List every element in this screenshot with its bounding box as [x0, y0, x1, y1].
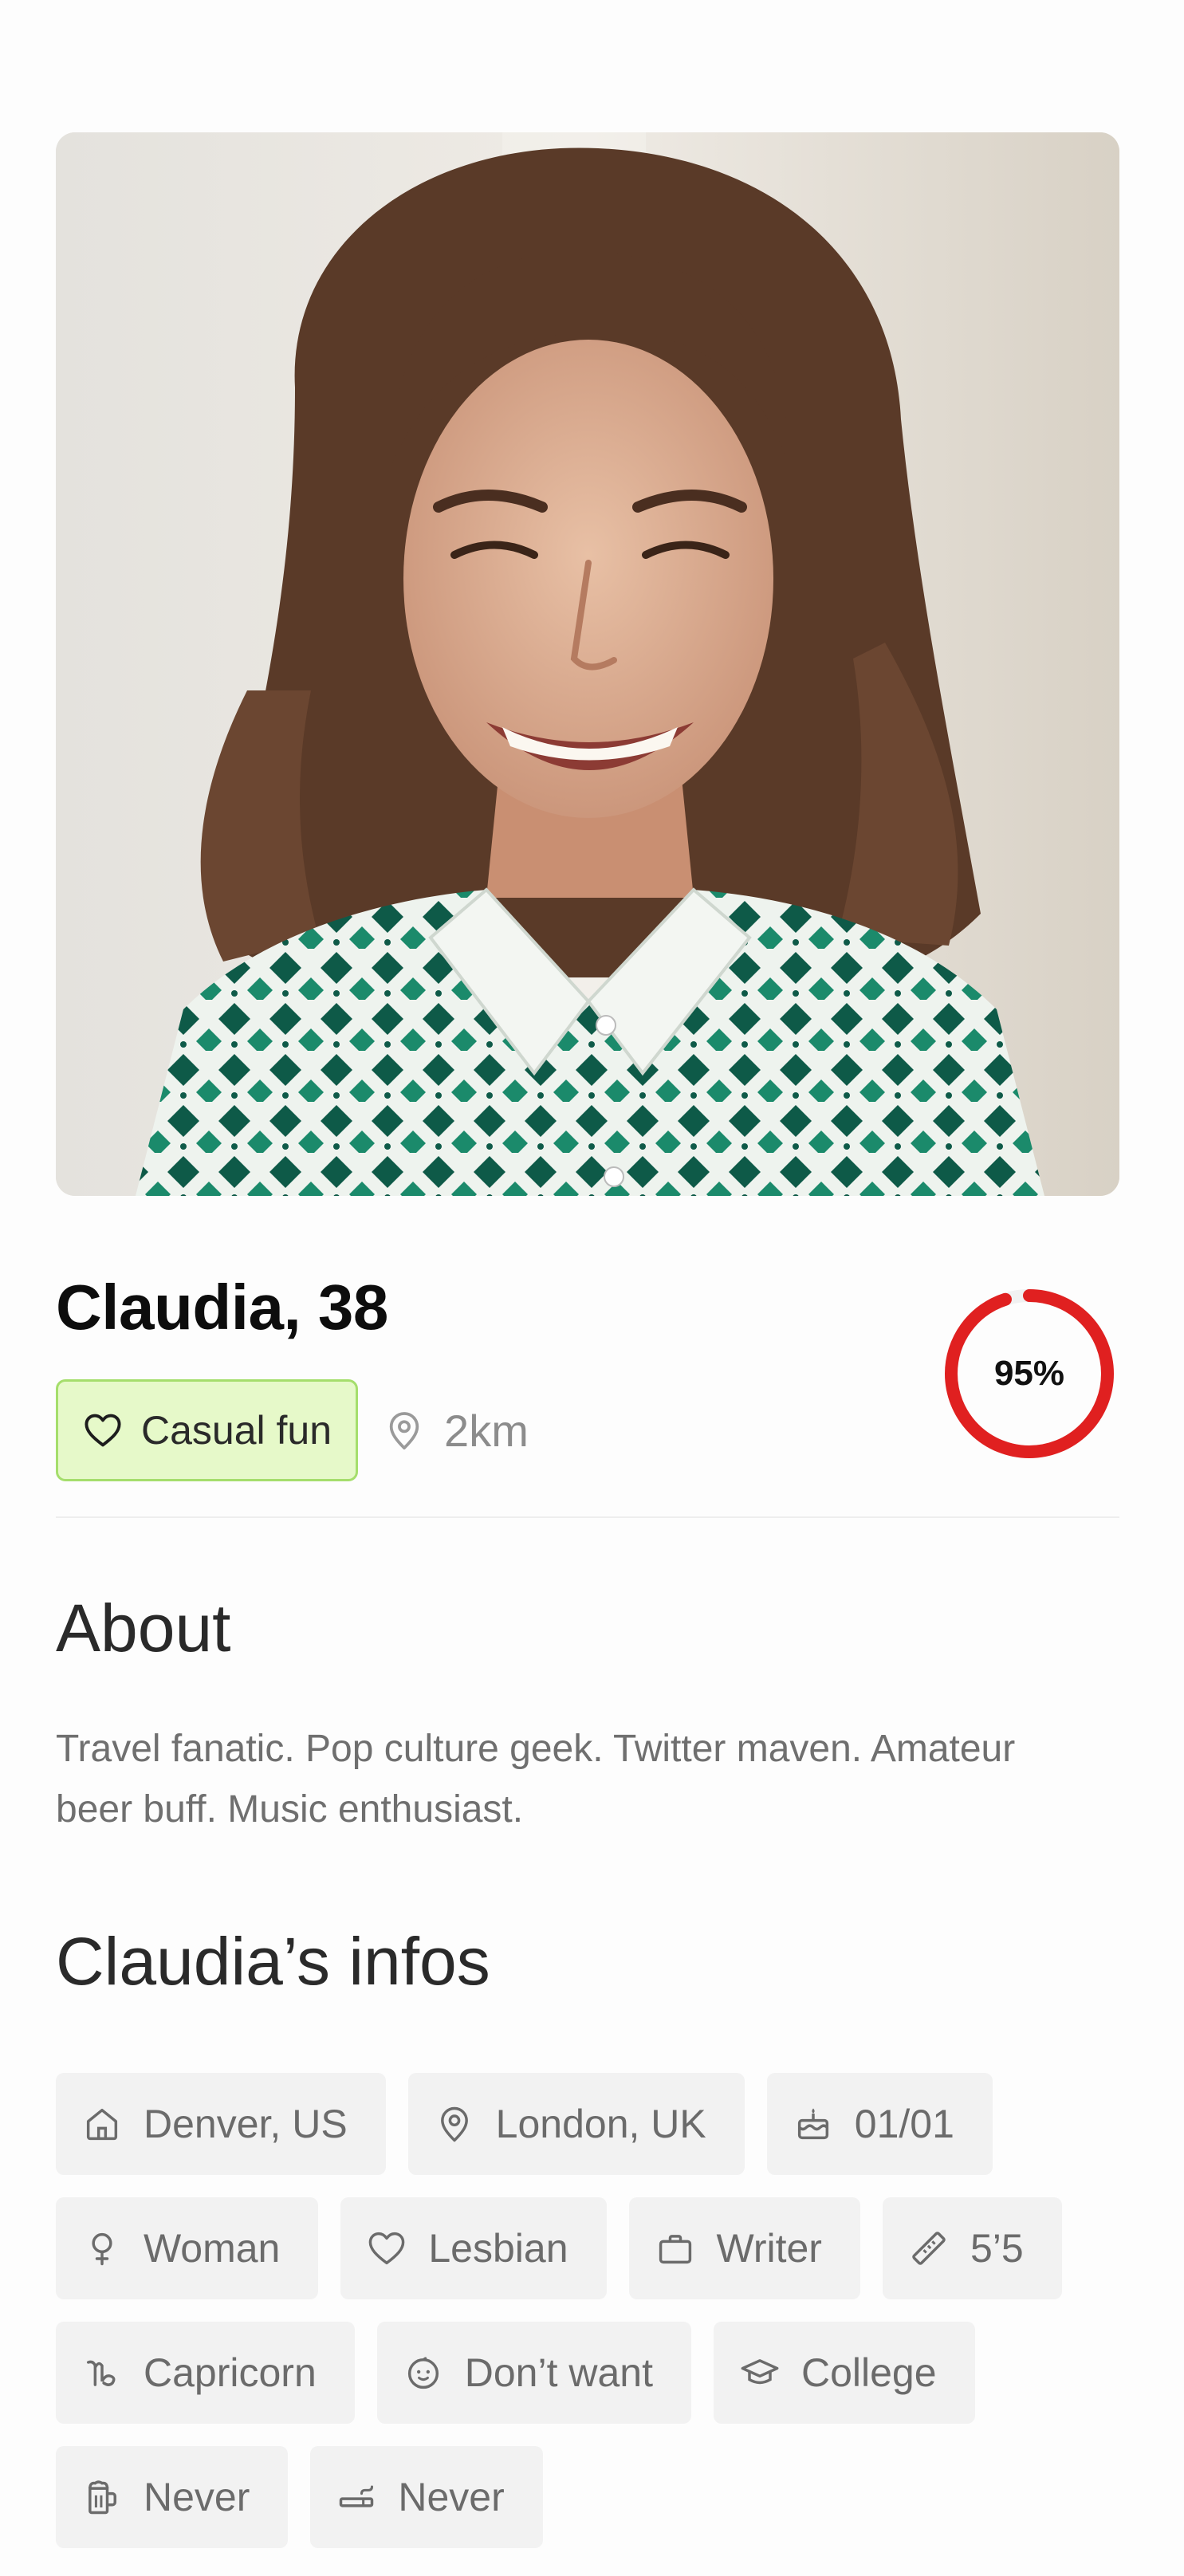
match-percent-label: 95%: [993, 1354, 1065, 1393]
info-chip-label: 5’5: [970, 2226, 1024, 2271]
info-chip-label: Never: [144, 2475, 250, 2519]
beer-mug-icon: [89, 2480, 116, 2515]
profile-header: Claudia, 38 Casual fun 2km 95%: [56, 1276, 1119, 1483]
info-chip-birthday: 01/01: [766, 2073, 993, 2175]
info-chips: Denver, US London, UK 01/01 Woman Lesbia…: [56, 2073, 1119, 2548]
info-chip-label: Woman: [144, 2226, 281, 2271]
info-chip-label: Lesbian: [428, 2226, 568, 2271]
profile-photo-illustration: [56, 132, 1119, 1196]
info-chip-label: Never: [398, 2475, 505, 2519]
info-chip-label: 01/01: [854, 2102, 954, 2146]
section-divider: [56, 1516, 1119, 1518]
info-chip-orientation: Lesbian: [340, 2197, 607, 2299]
location-pin-icon: [440, 2106, 468, 2142]
info-chip-label: Capricorn: [144, 2350, 317, 2395]
capricorn-icon: [86, 2360, 116, 2386]
infos-title: Claudia’s infos: [56, 1924, 490, 1999]
match-percentage-ring: 95%: [939, 1284, 1119, 1464]
info-chip-location: London, UK: [407, 2073, 745, 2175]
profile-photo[interactable]: [56, 132, 1119, 1196]
info-chip-label: London, UK: [495, 2102, 706, 2146]
info-chip-drinking: Never: [56, 2446, 289, 2548]
cigarette-icon: [340, 2485, 374, 2507]
info-chip-label: Writer: [716, 2226, 822, 2271]
distance-label: 2km: [444, 1405, 529, 1456]
intent-badge: Casual fun: [56, 1379, 359, 1481]
heart-icon: [369, 2232, 405, 2265]
graduation-cap-icon: [741, 2359, 779, 2385]
distance-indicator: 2km: [382, 1405, 529, 1457]
about-text: Travel fanatic. Pop culture geek. Twitte…: [56, 1728, 1016, 1831]
home-icon: [86, 2108, 118, 2141]
info-chip-height: 5’5: [882, 2197, 1062, 2299]
ruler-icon: [912, 2232, 946, 2265]
info-chip-job: Writer: [628, 2197, 860, 2299]
info-chip-smoking: Never: [310, 2446, 543, 2548]
info-chip-zodiac: Capricorn: [56, 2322, 355, 2424]
about-title: About: [56, 1591, 231, 1666]
female-symbol-icon: [92, 2232, 112, 2266]
baby-face-icon: [407, 2357, 439, 2389]
info-chip-gender: Woman: [56, 2197, 319, 2299]
info-chip-label: Don’t want: [464, 2350, 653, 2395]
birthday-cake-icon: [797, 2108, 828, 2140]
info-chip-label: Denver, US: [144, 2102, 348, 2146]
profile-page: Claudia, 38 Casual fun 2km 95% About Tra…: [56, 132, 1119, 2548]
info-chip-hometown: Denver, US: [56, 2073, 386, 2175]
profile-tags-row: Casual fun 2km: [56, 1379, 529, 1481]
heart-icon: [85, 1414, 121, 1447]
intent-label: Casual fun: [141, 1408, 332, 1453]
info-chip-label: College: [800, 2350, 937, 2395]
profile-name-age: Claudia, 38: [56, 1272, 388, 1343]
info-chip-children: Don’t want: [376, 2322, 691, 2424]
briefcase-icon: [659, 2235, 691, 2264]
location-pin-icon: [389, 1412, 419, 1450]
info-chip-education: College: [713, 2322, 975, 2424]
